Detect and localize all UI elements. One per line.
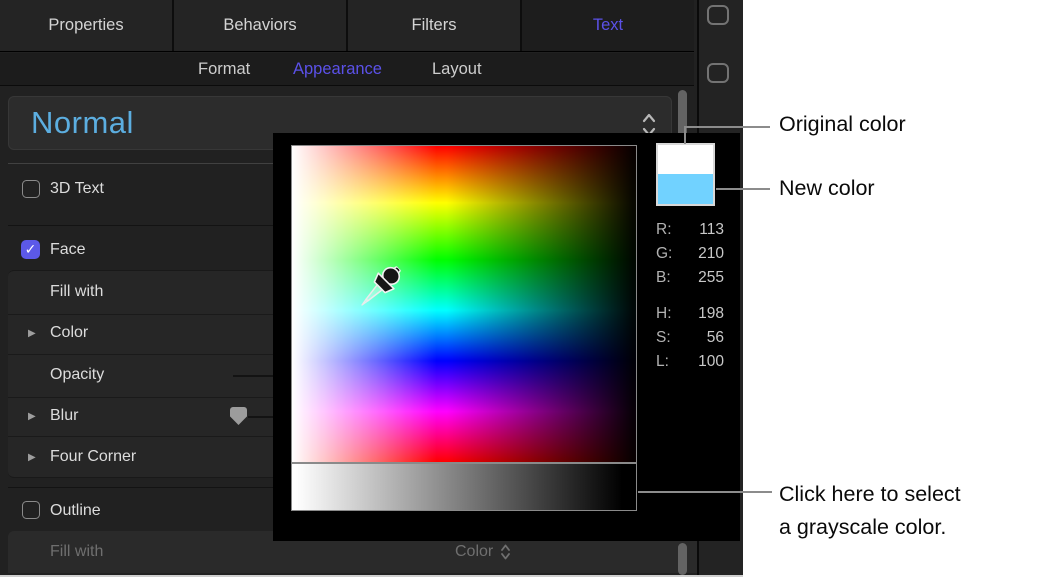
subtab-appearance[interactable]: Appearance [293,53,382,86]
original-color-callout-line [684,126,770,128]
outline-fill-popup-value: Color [455,543,493,561]
blur-disclosure-triangle-icon[interactable]: ▶ [28,411,36,423]
blur-label: Blur [50,407,78,425]
hue-value: 198 [698,305,724,325]
3d-text-label: 3D Text [50,180,104,198]
blue-value: 255 [698,269,724,289]
blur-slider-handle[interactable] [230,407,247,425]
rail-checkbox[interactable] [707,63,729,83]
hue-value-row: H: 198 [656,305,724,325]
style-preset-value: Normal [31,97,134,149]
original-color-callout-line [684,126,686,144]
inspector-tab-bar: Properties Behaviors Filters Text [0,0,694,52]
grayscale-callout-line1: Click here to select [779,478,961,511]
rail-checkbox[interactable] [707,5,729,25]
green-value-row: G: 210 [656,245,724,265]
saturation-value: 56 [707,329,724,349]
3d-text-checkbox[interactable] [22,180,40,198]
blue-label: B: [656,269,671,289]
color-spectrum-area[interactable] [291,145,637,463]
tab-text[interactable]: Text [522,0,694,51]
new-color-swatch [658,174,713,204]
scrollbar-thumb[interactable] [678,543,687,575]
outline-fill-with-label: Fill with [50,543,103,561]
tab-behaviors[interactable]: Behaviors [174,0,348,51]
green-value: 210 [698,245,724,265]
color-disclosure-triangle-icon[interactable]: ▶ [28,328,36,340]
fill-with-label: Fill with [50,283,103,301]
grayscale-callout: Click here to select a grayscale color. [779,478,961,544]
original-color-swatch [658,145,713,174]
four-corner-disclosure-triangle-icon[interactable]: ▶ [28,452,36,464]
red-value-row: R: 113 [656,221,724,241]
checkmark-icon: ✓ [25,241,37,258]
text-subtab-bar: Format Appearance Layout [0,53,694,86]
green-label: G: [656,245,672,265]
chevron-up-down-icon [500,543,511,561]
tab-filters[interactable]: Filters [348,0,522,51]
four-corner-label: Four Corner [50,448,136,466]
saturation-label: S: [656,329,671,349]
blue-value-row: B: 255 [656,269,724,289]
subtab-format[interactable]: Format [198,53,250,86]
subtab-layout[interactable]: Layout [432,53,482,86]
face-checkbox[interactable]: ✓ [21,240,40,259]
original-color-callout: Original color [779,112,906,137]
grayscale-bar[interactable] [291,463,637,511]
opacity-slider-track[interactable] [233,375,277,377]
color-picker-popover: R: 113 G: 210 B: 255 H: 198 S: 56 L: 100 [273,133,740,541]
color-row-label: Color [50,324,88,342]
outline-fill-popup[interactable]: Color [455,543,511,561]
color-swatch [656,143,715,206]
lightness-label: L: [656,353,669,373]
outline-checkbox[interactable] [22,501,40,519]
opacity-label: Opacity [50,366,104,384]
new-color-callout-line [716,188,770,190]
saturation-value-row: S: 56 [656,329,724,349]
screenshot-stage: Properties Behaviors Filters Text Format… [0,0,1045,577]
hue-label: H: [656,305,672,325]
grayscale-callout-line [638,491,772,493]
grayscale-callout-line2: a grayscale color. [779,511,961,544]
lightness-value-row: L: 100 [656,353,724,373]
outline-label: Outline [50,502,101,520]
red-label: R: [656,221,672,241]
tab-properties[interactable]: Properties [0,0,174,51]
new-color-callout: New color [779,176,875,201]
face-label: Face [50,241,86,259]
lightness-value: 100 [698,353,724,373]
red-value: 113 [699,221,724,241]
